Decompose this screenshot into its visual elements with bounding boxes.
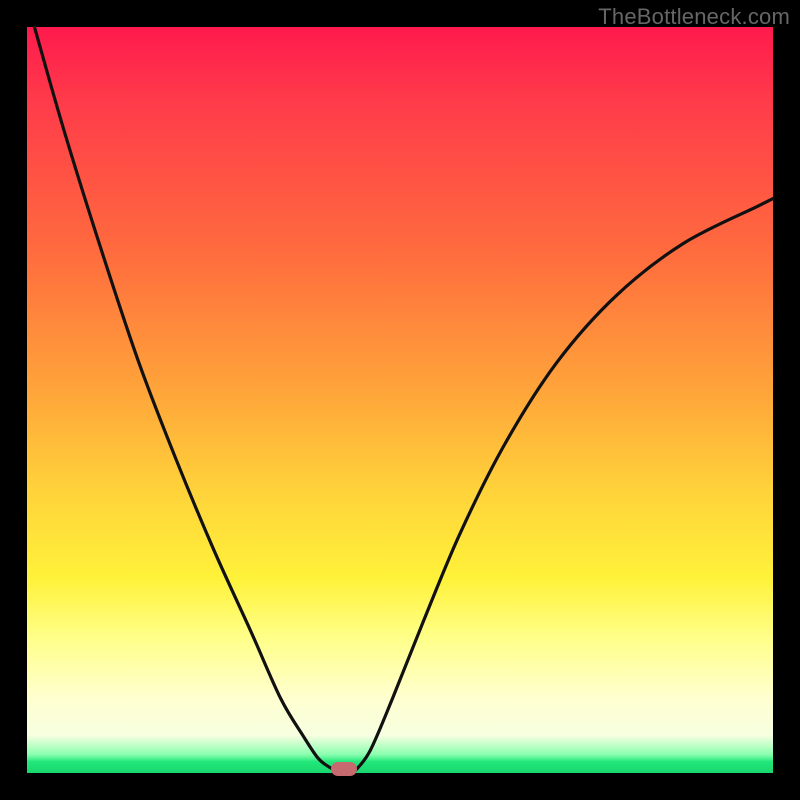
curve-svg — [27, 27, 773, 773]
min-marker — [331, 762, 357, 776]
plot-area — [27, 27, 773, 773]
curve-left-branch — [34, 27, 336, 771]
curve-right-branch — [355, 199, 773, 771]
chart-frame: TheBottleneck.com — [0, 0, 800, 800]
